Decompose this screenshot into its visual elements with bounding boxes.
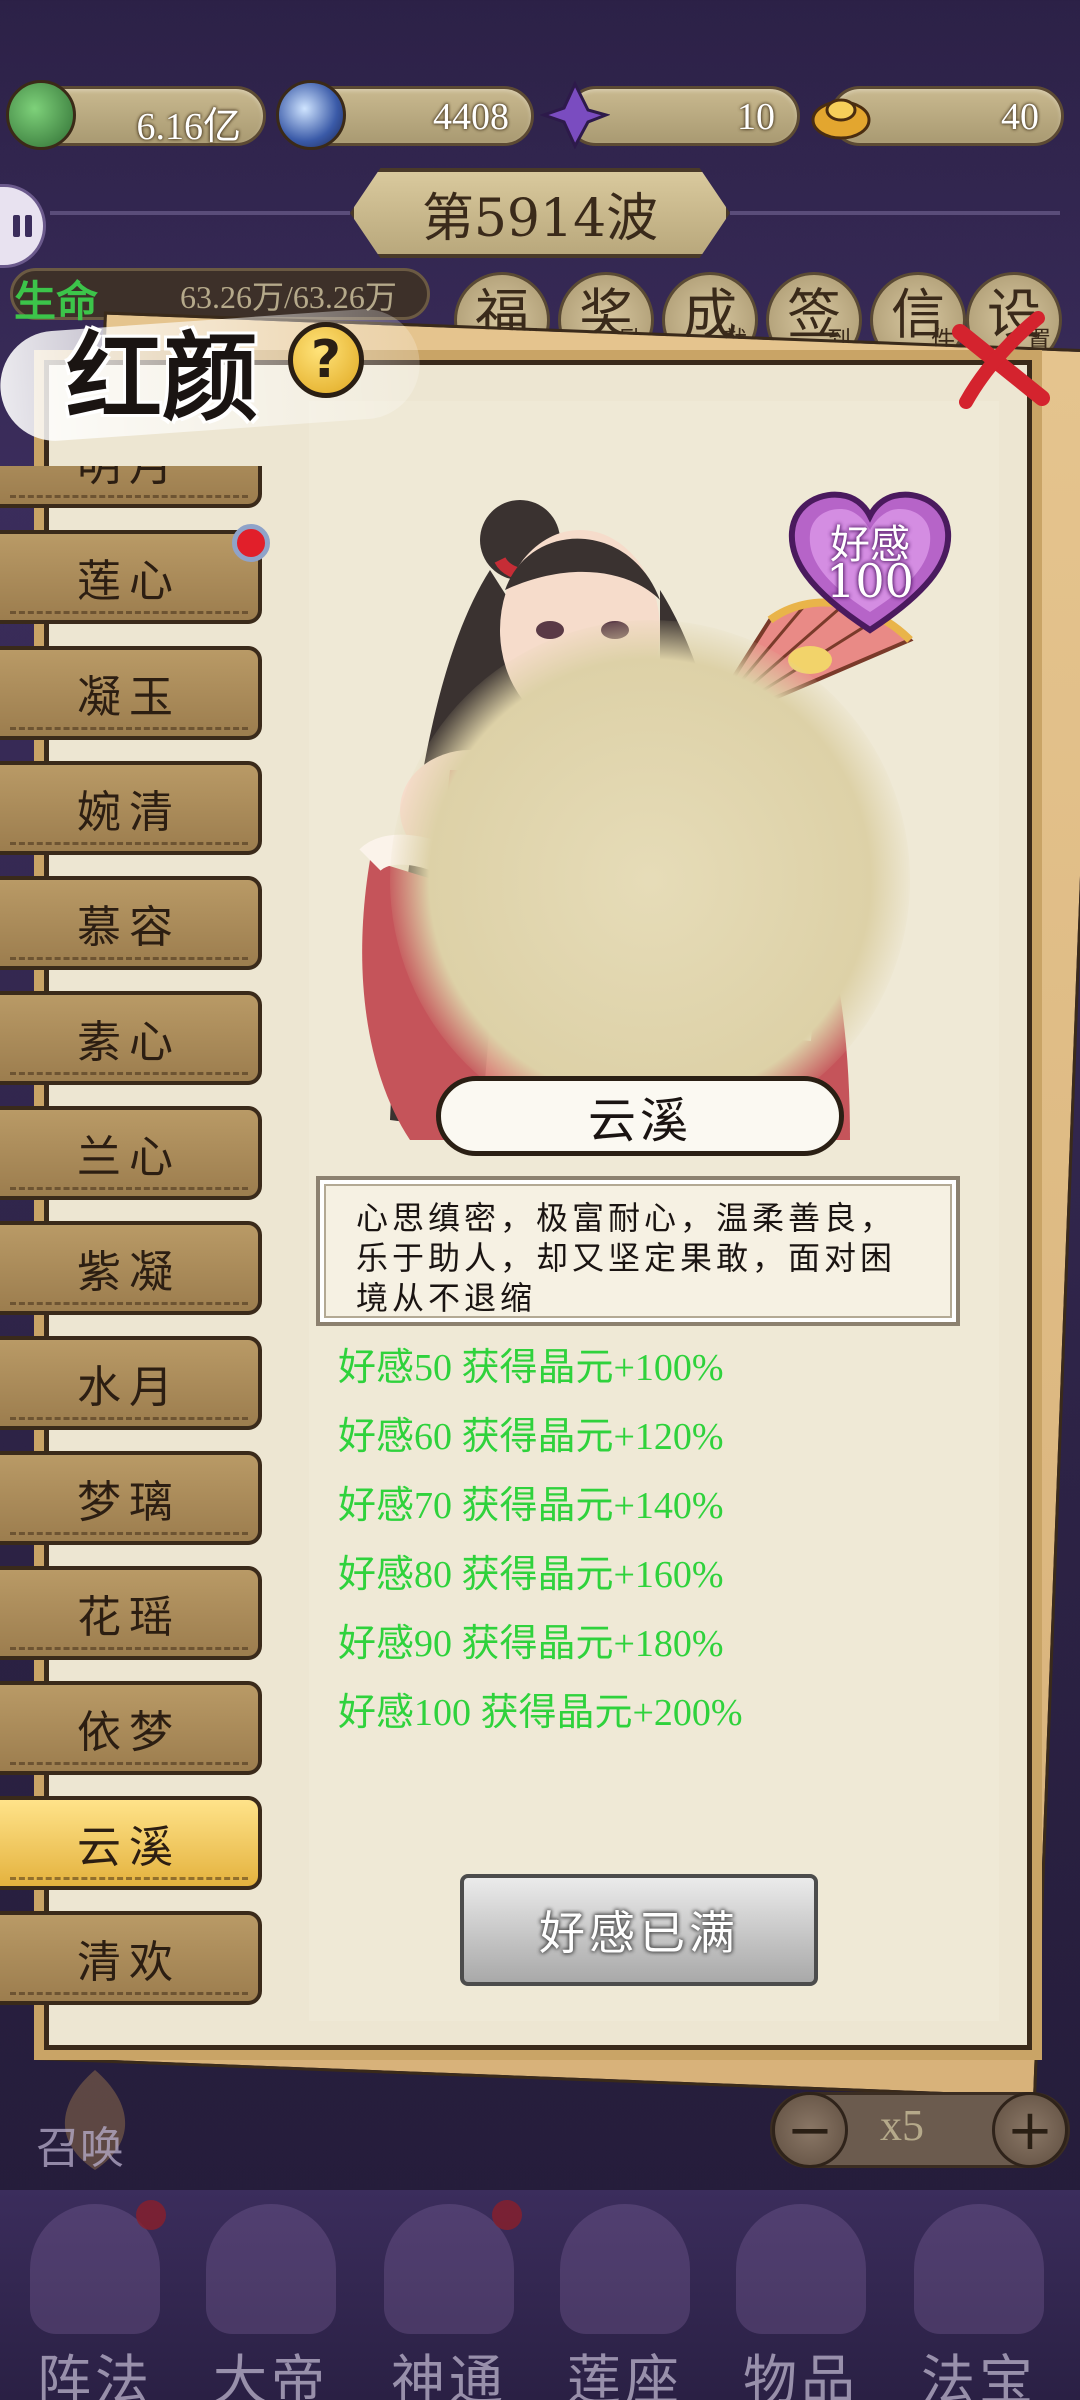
decrease-button[interactable]: −: [772, 2092, 848, 2168]
wave-line-left: [50, 211, 350, 215]
character-tab-8[interactable]: 水月: [0, 1336, 262, 1430]
affection-full-button[interactable]: 好感已满: [460, 1874, 818, 1986]
bonus-line-2: 好感60 获得晶元+120%: [338, 1416, 724, 1458]
character-tab-5[interactable]: 素心: [0, 991, 262, 1085]
emperor-icon: [206, 2204, 336, 2334]
crystal-icon: [736, 2204, 866, 2334]
treasure-icon: [914, 2204, 1044, 2334]
character-tab-13[interactable]: 清欢: [0, 1911, 262, 2005]
gold-ingot-icon: [806, 80, 876, 150]
wave-line-right: [730, 211, 1060, 215]
resource-value-4: 40: [1001, 96, 1039, 138]
character-tab-1[interactable]: 莲心: [0, 530, 262, 624]
blue-orb-icon: [276, 80, 346, 150]
nav-formation-label: 阵法: [37, 2349, 153, 2400]
bonus-line-3: 好感70 获得晶元+140%: [338, 1485, 724, 1527]
nav-treasure[interactable]: 法宝: [894, 2196, 1064, 2400]
character-tab-7[interactable]: 紫凝: [0, 1221, 262, 1315]
bonus-line-6: 好感100 获得晶元+200%: [338, 1692, 743, 1734]
bonus-line-4: 好感80 获得晶元+160%: [338, 1554, 724, 1596]
character-name: 婉清: [77, 787, 181, 838]
increase-button[interactable]: +: [992, 2092, 1068, 2168]
character-tab-9[interactable]: 梦璃: [0, 1451, 262, 1545]
character-tab-11[interactable]: 依梦: [0, 1681, 262, 1775]
plus-icon: +: [1006, 2097, 1054, 2163]
nav-emperor[interactable]: 大帝: [186, 2196, 356, 2400]
summon-label[interactable]: 召唤: [36, 2112, 124, 2176]
selected-character-name: 云溪: [587, 1093, 692, 1149]
nav-items-label: 物品: [743, 2349, 859, 2400]
portrait-halo: [390, 620, 910, 1140]
character-name: 梦璃: [77, 1477, 181, 1528]
nav-treasure-label: 法宝: [921, 2349, 1037, 2400]
character-tab-10[interactable]: 花瑶: [0, 1566, 262, 1660]
character-tab-2[interactable]: 凝玉: [0, 646, 262, 740]
bonus-line-1: 好感50 获得晶元+100%: [338, 1347, 724, 1389]
nav-notification-dot-1: [136, 2200, 166, 2230]
help-button[interactable]: ?: [288, 322, 364, 398]
pause-button[interactable]: [0, 184, 46, 268]
close-icon: [952, 311, 1050, 409]
character-tab-0[interactable]: 明月: [0, 466, 262, 508]
lotus-icon: [560, 2204, 690, 2334]
nav-items[interactable]: 物品: [716, 2196, 886, 2400]
character-name: 云溪: [77, 1822, 181, 1873]
character-name: 兰心: [77, 1132, 181, 1183]
character-description: 心思缜密，极富耐心，温柔善良，乐于助人，却又坚定果敢，面对困境从不退缩: [316, 1176, 960, 1326]
character-name-plate: 云溪: [436, 1076, 844, 1156]
resource-value-2: 4408: [433, 96, 509, 138]
affection-full-label: 好感已满: [539, 1906, 739, 1960]
character-tab-6[interactable]: 兰心: [0, 1106, 262, 1200]
bonus-line-5: 好感90 获得晶元+180%: [338, 1623, 724, 1665]
affection-badge: 好感 100: [786, 488, 954, 636]
nav-lotus[interactable]: 莲座: [540, 2196, 710, 2400]
character-name: 慕容: [77, 902, 181, 953]
character-list[interactable]: 明月 莲心 凝玉 婉清 慕容 素心 兰心 紫凝 水月 梦璃 花瑶 依梦 云溪 清…: [0, 466, 266, 2016]
character-name: 紫凝: [77, 1247, 181, 1298]
wave-banner: 第5914波: [350, 168, 730, 258]
character-name: 清欢: [77, 1937, 181, 1988]
multiplier-value: x5: [880, 2101, 924, 2150]
character-tab-12-selected[interactable]: 云溪: [0, 1796, 262, 1890]
character-tab-4[interactable]: 慕容: [0, 876, 262, 970]
resource-value-3: 10: [737, 96, 775, 138]
notification-dot: [232, 524, 270, 562]
question-mark-icon: ?: [310, 330, 342, 390]
jade-leaf-icon: [6, 80, 76, 150]
wave-label: 第5914波: [421, 188, 659, 249]
purple-crystal-icon: [539, 80, 611, 150]
affection-value: 100: [826, 554, 914, 608]
close-button[interactable]: [946, 306, 1056, 416]
character-tab-3[interactable]: 婉清: [0, 761, 262, 855]
nav-emperor-label: 大帝: [213, 2349, 329, 2400]
minus-icon: −: [786, 2097, 834, 2163]
character-name: 素心: [77, 1017, 181, 1068]
character-name: 莲心: [77, 556, 181, 607]
character-name: 依梦: [77, 1707, 181, 1758]
panel-title: 红颜: [66, 321, 258, 434]
nav-notification-dot-2: [492, 2200, 522, 2230]
resource-value-1: 6.16亿: [136, 106, 241, 148]
character-name: 花瑶: [77, 1592, 181, 1643]
nav-lotus-label: 莲座: [567, 2349, 683, 2400]
character-name: 明月: [77, 466, 181, 493]
nav-magic-label: 神通: [391, 2349, 507, 2400]
character-name: 水月: [77, 1362, 181, 1413]
character-name: 凝玉: [77, 672, 181, 723]
